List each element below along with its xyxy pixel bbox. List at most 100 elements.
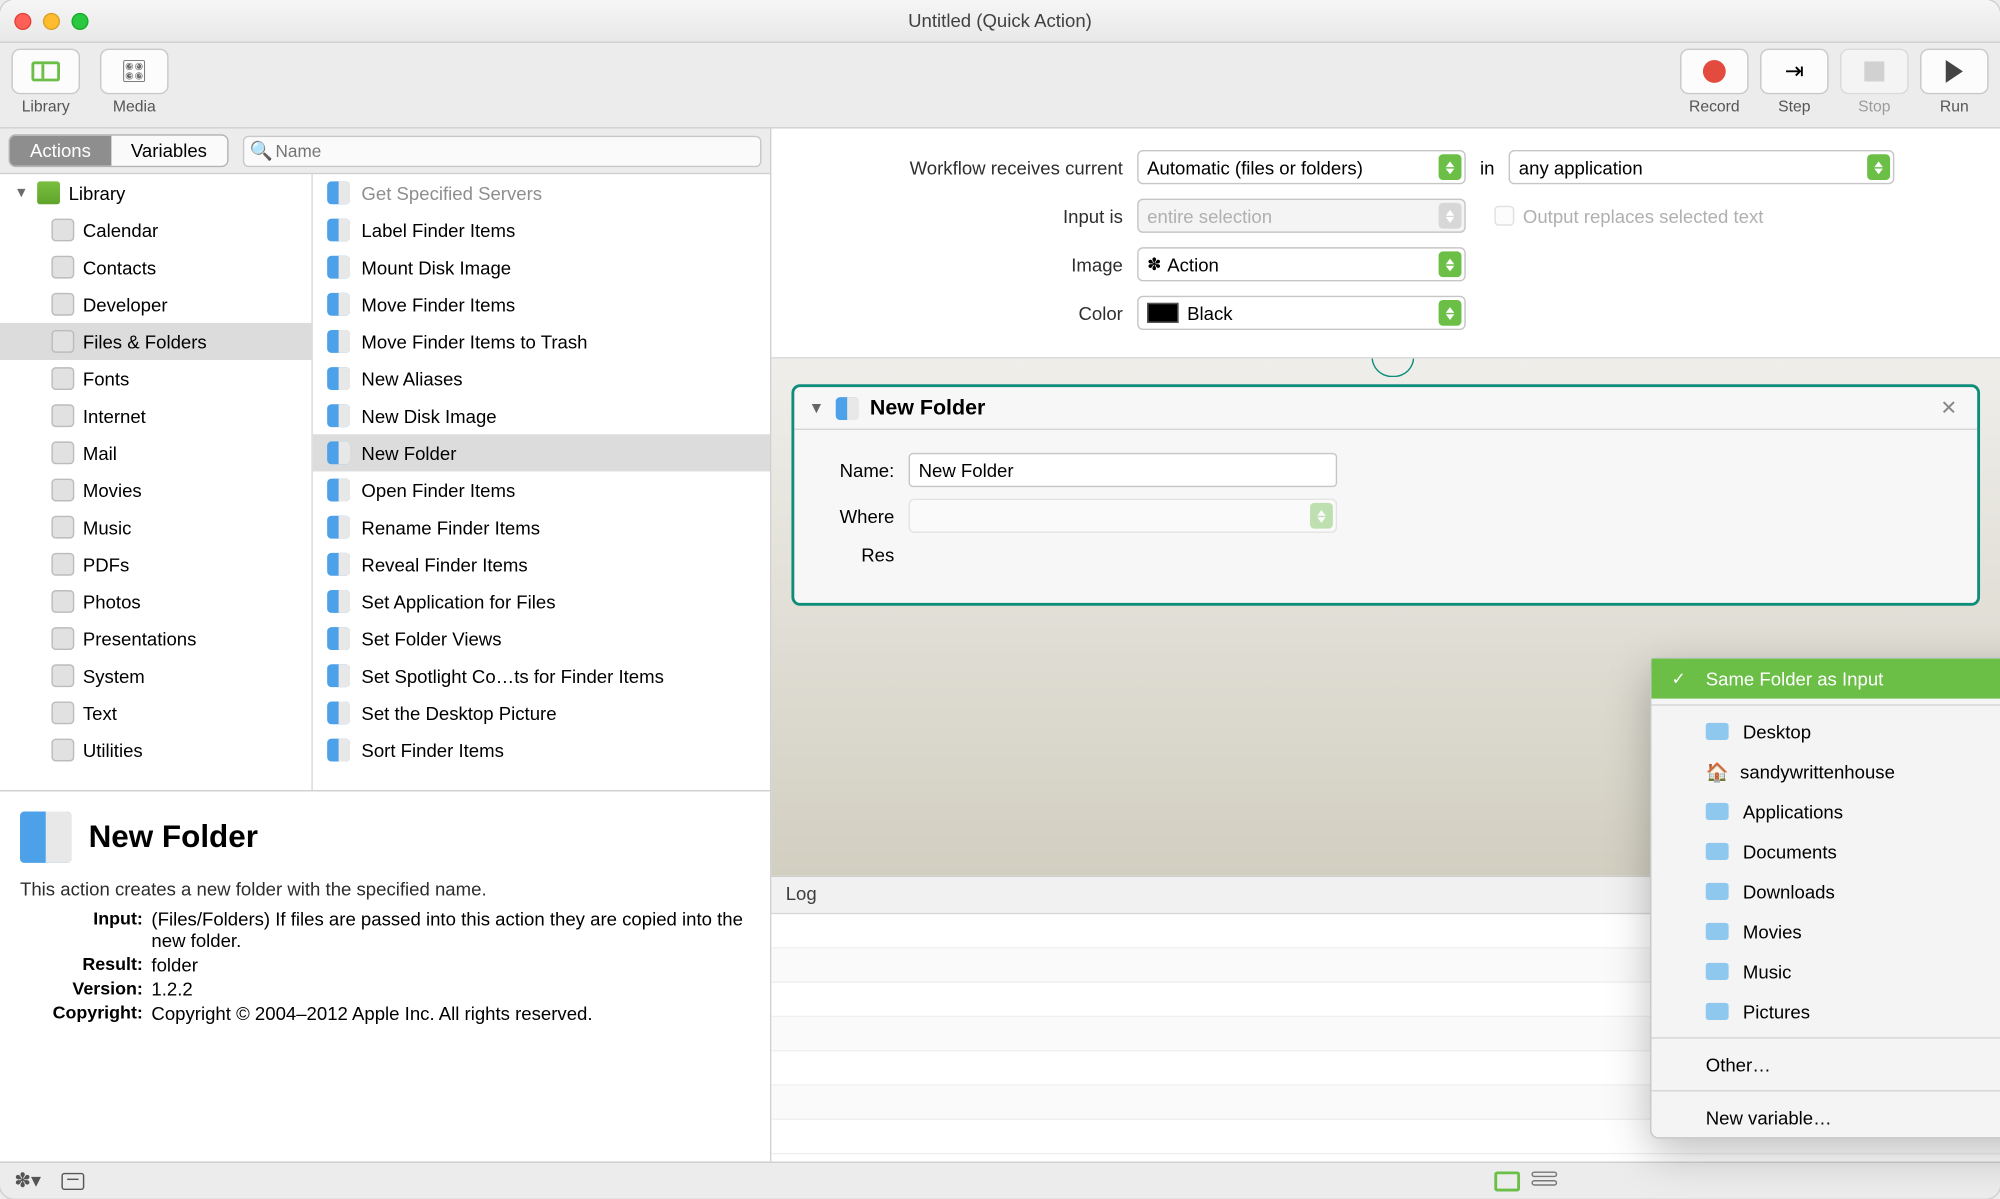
library-root[interactable]: ▼ Library: [0, 174, 311, 211]
library-toggle-button[interactable]: [11, 49, 80, 95]
sidebar-item[interactable]: Presentations: [0, 620, 311, 657]
sidebar-item[interactable]: Files & Folders: [0, 323, 311, 360]
list-item[interactable]: New Aliases: [313, 360, 770, 397]
search-input[interactable]: [243, 135, 762, 166]
record-button[interactable]: [1680, 49, 1749, 95]
category-icon: [51, 330, 74, 353]
menu-item[interactable]: Documents: [1651, 831, 2000, 871]
sidebar-item[interactable]: Contacts: [0, 249, 311, 286]
category-icon: [51, 664, 74, 687]
folder-icon: [1706, 883, 1729, 900]
menu-separator: [1651, 1090, 2000, 1091]
sidebar-item[interactable]: System: [0, 657, 311, 694]
category-icon: [51, 516, 74, 539]
tab-variables[interactable]: Variables: [111, 136, 227, 166]
list-item[interactable]: Set Application for Files: [313, 583, 770, 620]
disclosure-triangle-icon[interactable]: ▼: [14, 185, 28, 201]
sidebar-item[interactable]: Fonts: [0, 360, 311, 397]
stop-button[interactable]: [1840, 49, 1909, 95]
finder-icon: [327, 330, 350, 353]
list-item[interactable]: Rename Finder Items: [313, 509, 770, 546]
variables-drawer-icon[interactable]: [61, 1172, 84, 1189]
sidebar-item[interactable]: Photos: [0, 583, 311, 620]
folder-name-input[interactable]: [909, 453, 1338, 487]
list-item[interactable]: New Disk Image: [313, 397, 770, 434]
library-tree[interactable]: ▼ Library CalendarContactsDeveloperFiles…: [0, 174, 313, 790]
media-toolbar-label: Media: [113, 99, 156, 116]
view-stack-icon[interactable]: [1531, 1171, 1557, 1191]
step-button[interactable]: ⇥: [1760, 49, 1829, 95]
list-item[interactable]: Mount Disk Image: [313, 249, 770, 286]
tab-actions[interactable]: Actions: [10, 136, 111, 166]
action-list[interactable]: Get Specified ServersLabel Finder ItemsM…: [313, 174, 770, 790]
list-item-label: Set Spotlight Co…ts for Finder Items: [361, 665, 663, 686]
menu-item[interactable]: Pictures: [1651, 991, 2000, 1031]
application-select[interactable]: any application: [1509, 150, 1895, 184]
list-item[interactable]: Reveal Finder Items: [313, 546, 770, 583]
list-item[interactable]: Get Specified Servers: [313, 174, 770, 211]
list-item[interactable]: Set the Desktop Picture: [313, 694, 770, 731]
sidebar-item[interactable]: Developer: [0, 286, 311, 323]
sidebar-item-label: Text: [83, 702, 117, 723]
disclosure-triangle-icon[interactable]: ▼: [809, 399, 825, 416]
category-icon: [51, 739, 74, 762]
category-icon: [51, 404, 74, 427]
folder-icon: [1706, 923, 1729, 940]
list-item[interactable]: Move Finder Items to Trash: [313, 323, 770, 360]
list-item[interactable]: Set Spotlight Co…ts for Finder Items: [313, 657, 770, 694]
sidebar-item[interactable]: Music: [0, 509, 311, 546]
log-column-header[interactable]: Log: [771, 877, 1800, 913]
menu-item-label: Applications: [1743, 801, 1843, 822]
sidebar-item[interactable]: Calendar: [0, 211, 311, 248]
receives-select[interactable]: Automatic (files or folders): [1137, 150, 1466, 184]
list-item[interactable]: Set Folder Views: [313, 620, 770, 657]
library-icon: [37, 181, 60, 204]
list-item-label: Move Finder Items: [361, 294, 515, 315]
sidebar-item[interactable]: Utilities: [0, 731, 311, 768]
menu-item[interactable]: Applications: [1651, 791, 2000, 831]
application-value: any application: [1519, 156, 1643, 177]
list-item[interactable]: Label Finder Items: [313, 211, 770, 248]
connector-notch: [1371, 359, 1414, 378]
list-item[interactable]: Open Finder Items: [313, 471, 770, 508]
menu-item[interactable]: Music: [1651, 951, 2000, 991]
sidebar-item[interactable]: Text: [0, 694, 311, 731]
menu-item[interactable]: Movies: [1651, 911, 2000, 951]
where-select[interactable]: [909, 499, 1338, 533]
list-item[interactable]: Sort Finder Items: [313, 731, 770, 768]
finder-icon: [327, 256, 350, 279]
list-item[interactable]: Move Finder Items: [313, 286, 770, 323]
gear-icon[interactable]: ✽▾: [14, 1169, 41, 1193]
sidebar-item-label: Fonts: [83, 368, 129, 389]
stop-icon: [1864, 61, 1884, 81]
run-button[interactable]: [1920, 49, 1989, 95]
finder-icon: [327, 479, 350, 502]
finder-icon: [327, 664, 350, 687]
menu-item-same-folder[interactable]: ✓ Same Folder as Input: [1651, 659, 2000, 699]
toolbar: Library 🎛 Media Record ⇥ Step Stop: [0, 43, 2000, 129]
list-item-label: Set Folder Views: [361, 628, 501, 649]
sidebar-item[interactable]: Internet: [0, 397, 311, 434]
search-icon: 🔍: [250, 139, 273, 162]
menu-item[interactable]: Downloads: [1651, 871, 2000, 911]
menu-item-other[interactable]: Other…: [1651, 1044, 2000, 1084]
where-popup-menu[interactable]: ✓ Same Folder as Input Desktop🏠sandywrit…: [1650, 657, 2000, 1138]
new-folder-action-card[interactable]: ▼ New Folder ✕ Name: Where: [791, 384, 1980, 605]
sidebar-item[interactable]: PDFs: [0, 546, 311, 583]
sidebar-item-label: System: [83, 665, 145, 686]
menu-item-new-variable[interactable]: New variable…: [1651, 1097, 2000, 1137]
finder-icon: [836, 396, 859, 419]
menu-item[interactable]: 🏠sandywrittenhouse: [1651, 751, 2000, 791]
view-list-icon[interactable]: [1494, 1171, 1520, 1191]
color-select[interactable]: Black: [1137, 296, 1466, 330]
list-item[interactable]: New Folder: [313, 434, 770, 471]
close-icon[interactable]: ✕: [1935, 396, 1963, 420]
name-label: Name:: [814, 459, 894, 480]
sidebar-item[interactable]: Mail: [0, 434, 311, 471]
menu-item[interactable]: Desktop: [1651, 711, 2000, 751]
media-button[interactable]: 🎛: [100, 49, 169, 95]
category-icon: [51, 367, 74, 390]
image-select[interactable]: ✽Action: [1137, 247, 1466, 281]
sidebar-item[interactable]: Movies: [0, 471, 311, 508]
list-item-label: Get Specified Servers: [361, 182, 542, 203]
